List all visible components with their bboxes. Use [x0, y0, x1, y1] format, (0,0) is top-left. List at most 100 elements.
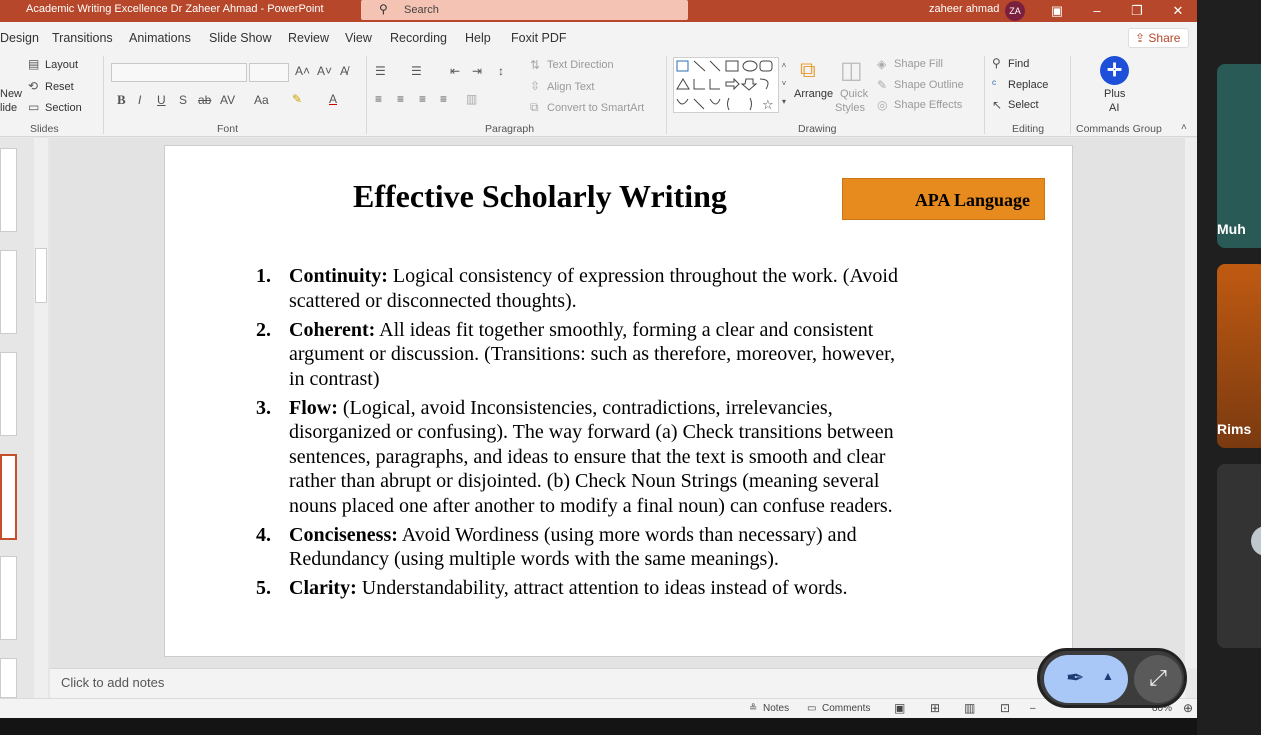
align-center-icon[interactable]: ≡ [397, 92, 404, 106]
notes-pane[interactable]: Click to add notes [50, 668, 1185, 698]
arrange-button[interactable]: Arrange [794, 88, 833, 100]
gallery-scroll[interactable]: ˄ ˅ ▾ [778, 57, 789, 113]
slide-thumbnail[interactable] [0, 352, 17, 436]
participant-tile[interactable]: Rims [1217, 264, 1261, 448]
collapse-ribbon-icon[interactable]: ˄ [1181, 122, 1187, 133]
item-text-line: scattered or disconnected thoughts). [289, 289, 577, 312]
increase-indent-icon[interactable]: ⇥ [472, 64, 482, 78]
user-name[interactable]: zaheer ahmad [929, 3, 999, 15]
replace-button[interactable]: Replace [1008, 79, 1048, 91]
thumbnail-scroll-thumb[interactable] [35, 248, 47, 303]
line-spacing-icon[interactable]: ↕ [498, 64, 504, 78]
align-left-icon[interactable]: ≡ [375, 92, 382, 106]
slide-thumbnail[interactable] [0, 148, 17, 232]
tab-transitions[interactable]: Transitions [52, 31, 113, 45]
reading-view-icon[interactable]: ▥ [964, 701, 975, 715]
expand-button[interactable]: ⤢ [1134, 655, 1182, 703]
slide-thumbnail[interactable] [0, 250, 17, 334]
comments-button[interactable]: Comments [822, 703, 870, 714]
section-button[interactable]: Section [45, 102, 82, 114]
notes-placeholder[interactable]: Click to add notes [61, 675, 164, 690]
plus-ai-icon[interactable]: ✛ [1100, 56, 1129, 85]
restore-icon[interactable]: ❐ [1127, 1, 1147, 21]
strikethrough-icon[interactable]: ab [198, 93, 211, 107]
shapes-gallery[interactable]: ☆ [673, 57, 789, 113]
apa-badge[interactable]: APA Language [842, 178, 1045, 220]
fit-to-window-icon[interactable]: ⊕ [1183, 701, 1193, 715]
item-term: Clarity: [289, 577, 357, 599]
normal-view-icon[interactable]: ▣ [894, 701, 905, 715]
item-number: 2. [256, 318, 271, 341]
bold-icon[interactable]: B [117, 92, 126, 108]
decrease-font-icon[interactable]: A˅ [317, 64, 332, 78]
slide-title[interactable]: Effective Scholarly Writing [353, 178, 727, 215]
participant-tile[interactable]: Muh [1217, 64, 1261, 248]
tab-review[interactable]: Review [288, 31, 329, 45]
font-family-combo[interactable] [111, 63, 247, 82]
bullets-icon[interactable]: ☰ [375, 64, 386, 78]
tab-foxit-pdf[interactable]: Foxit PDF [511, 31, 567, 45]
slide-content-list[interactable]: 1. Continuity: Logical consistency of ex… [253, 264, 1003, 605]
ribbon-display-icon[interactable]: ▣ [1047, 1, 1067, 21]
annotate-button[interactable]: ✒ ▲ [1044, 655, 1128, 703]
tab-animations[interactable]: Animations [129, 31, 191, 45]
tab-help[interactable]: Help [465, 31, 491, 45]
participant-avatar [1251, 526, 1261, 556]
select-button[interactable]: Select [1008, 99, 1039, 111]
shape-effects-icon: ◎ [877, 98, 888, 112]
close-icon[interactable]: ✕ [1168, 1, 1188, 21]
item-text-line: in contrast) [289, 367, 380, 390]
shadow-icon[interactable]: S [179, 93, 187, 107]
convert-smartart-button[interactable]: Convert to SmartArt [547, 102, 644, 114]
font-size-combo[interactable] [249, 63, 289, 82]
quick-styles-label-1[interactable]: Quick [840, 88, 868, 100]
find-button[interactable]: Find [1008, 58, 1029, 70]
minimize-icon[interactable]: – [1087, 1, 1107, 21]
font-color-icon[interactable]: A [329, 92, 337, 106]
italic-icon[interactable]: I [138, 93, 141, 107]
thumbnail-scrollbar[interactable] [34, 138, 48, 698]
current-slide[interactable]: Effective Scholarly Writing APA Language… [164, 145, 1073, 657]
shape-fill-button[interactable]: Shape Fill [894, 58, 943, 70]
align-text-button[interactable]: Align Text [547, 81, 595, 93]
plus-ai-label-1[interactable]: Plus [1104, 88, 1125, 100]
shape-outline-button[interactable]: Shape Outline [894, 79, 964, 91]
justify-icon[interactable]: ≡ [440, 92, 447, 106]
decrease-indent-icon[interactable]: ⇤ [450, 64, 460, 78]
plus-ai-label-2[interactable]: AI [1109, 102, 1119, 114]
new-slide-label-2[interactable]: lide [0, 102, 17, 114]
slide-thumbnail-selected[interactable] [0, 454, 17, 540]
slide-thumbnail[interactable] [0, 556, 17, 640]
notes-button[interactable]: Notes [763, 703, 789, 714]
highlight-icon[interactable]: ✎ [292, 92, 302, 106]
slide-scrollbar[interactable] [1185, 138, 1197, 668]
tab-recording[interactable]: Recording [390, 31, 447, 45]
underline-icon[interactable]: U [157, 93, 166, 107]
slide-sorter-icon[interactable]: ⊞ [930, 701, 940, 715]
character-spacing-icon[interactable]: AV [220, 93, 235, 107]
tab-slide-show[interactable]: Slide Show [209, 31, 272, 45]
numbering-icon[interactable]: ☰ [411, 64, 422, 78]
quick-styles-label-2[interactable]: Styles [835, 102, 865, 114]
new-slide-label-1[interactable]: New [0, 88, 22, 100]
tab-design[interactable]: Design [0, 31, 39, 45]
slide-thumbnail[interactable] [0, 658, 17, 698]
reset-button[interactable]: Reset [45, 81, 74, 93]
columns-icon[interactable]: ▥ [466, 92, 477, 106]
slideshow-icon[interactable]: ⊡ [1000, 701, 1010, 715]
title-bar: Academic Writing Excellence Dr Zaheer Ah… [0, 0, 1197, 22]
increase-font-icon[interactable]: A˄ [295, 64, 310, 78]
search-box[interactable]: ⚲ Search [361, 0, 688, 20]
tab-view[interactable]: View [345, 31, 372, 45]
share-button[interactable]: ⇪ Share [1128, 28, 1189, 48]
zoom-out-icon[interactable]: – [1030, 703, 1036, 714]
change-case-icon[interactable]: Aa [254, 93, 269, 107]
clear-formatting-icon[interactable]: A̸ [340, 64, 348, 78]
participant-tile[interactable] [1217, 464, 1261, 648]
paragraph-group-label: Paragraph [485, 123, 535, 135]
shape-effects-button[interactable]: Shape Effects [894, 99, 962, 111]
avatar[interactable]: ZA [1005, 1, 1025, 21]
align-right-icon[interactable]: ≡ [419, 92, 426, 106]
layout-button[interactable]: Layout [45, 59, 78, 71]
text-direction-button[interactable]: Text Direction [547, 59, 614, 71]
